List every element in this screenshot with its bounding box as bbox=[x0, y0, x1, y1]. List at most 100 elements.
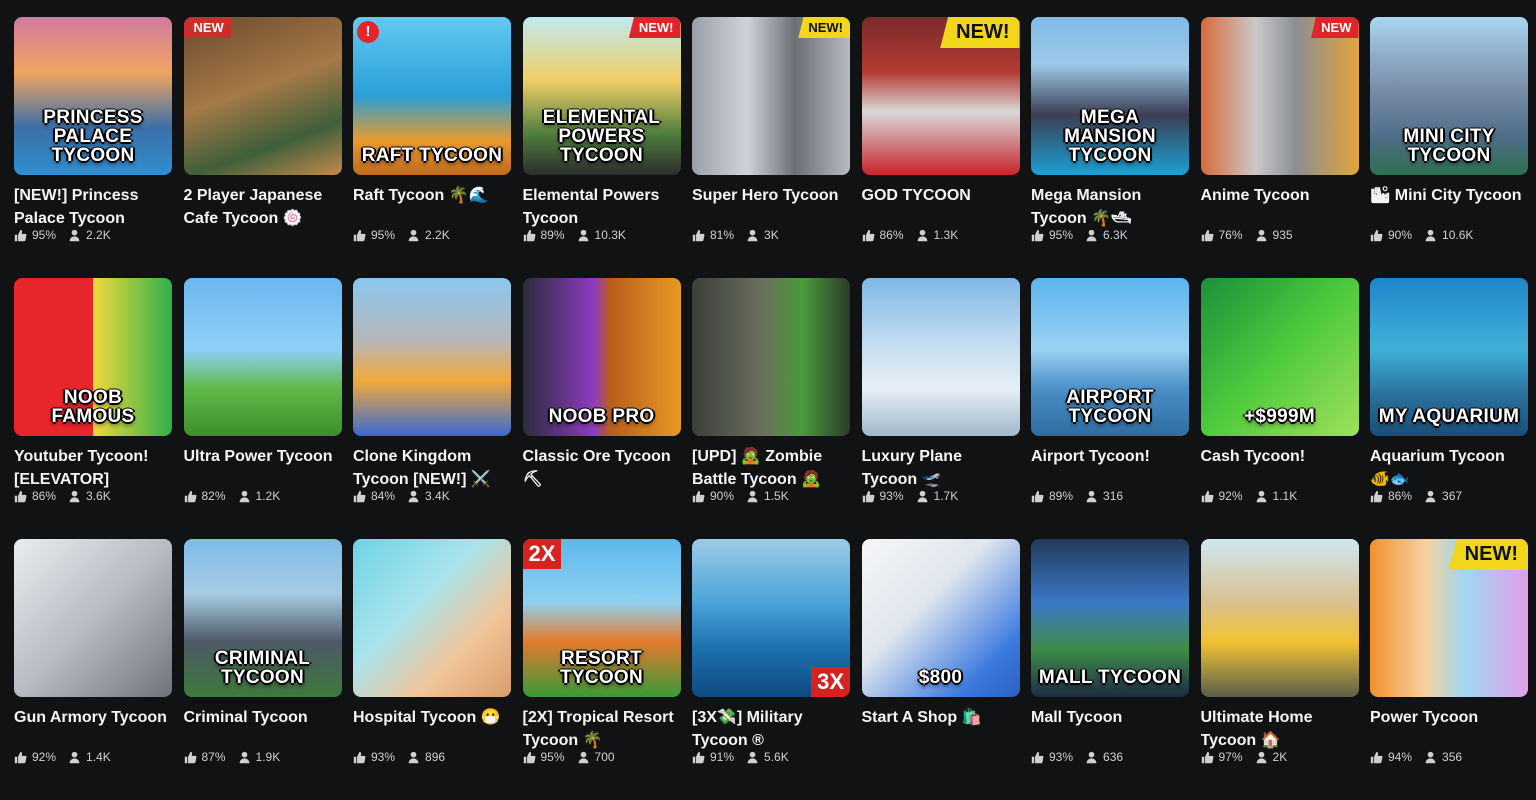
game-title[interactable]: [3X💸] Military Tycoon ® bbox=[692, 706, 850, 752]
game-thumbnail[interactable]: NEW! bbox=[1370, 539, 1528, 697]
game-card[interactable]: RESORT TYCOON 2X [2X] Tropical Resort Tyco… bbox=[522, 539, 681, 800]
game-thumbnail[interactable]: RAFT TYCOON! bbox=[353, 17, 511, 175]
game-thumbnail[interactable] bbox=[353, 539, 511, 697]
rating-stat: 95% bbox=[353, 228, 395, 242]
rating-stat: 94% bbox=[1370, 750, 1412, 764]
players-value: 367 bbox=[1442, 489, 1463, 503]
game-title[interactable]: Criminal Tycoon bbox=[184, 706, 342, 729]
game-title[interactable]: Youtuber Tycoon! [ELEVATOR] bbox=[14, 445, 172, 491]
game-card[interactable]: Gun Armory Tycoon 92% 1.4K bbox=[14, 539, 172, 800]
game-thumbnail[interactable]: MALL TYCOON bbox=[1031, 539, 1189, 697]
game-card[interactable]: Hospital Tycoon 😷 93% 896 bbox=[353, 539, 511, 800]
game-card[interactable]: RAFT TYCOON! Raft Tycoon 🌴🌊 95% 2.2K bbox=[353, 17, 511, 278]
game-thumbnail[interactable]: NOOB FAMOUS bbox=[14, 278, 172, 436]
game-card[interactable]: Clone Kingdom Tycoon [NEW!] ⚔️ 84% 3.4K bbox=[353, 278, 511, 539]
game-title[interactable]: Ultra Power Tycoon bbox=[184, 445, 342, 468]
game-card[interactable]: NEW! GOD TYCOON 86% 1.3K bbox=[861, 17, 1020, 278]
game-title[interactable]: Mall Tycoon bbox=[1031, 706, 1189, 729]
game-thumbnail[interactable]: +$999M bbox=[1200, 278, 1359, 436]
game-thumbnail[interactable] bbox=[353, 278, 511, 436]
game-thumbnail[interactable]: NEW bbox=[1200, 17, 1359, 175]
game-card[interactable]: 3X [3X💸] Military Tycoon ® 91% 5.6K bbox=[692, 539, 850, 800]
thumbs-up-icon bbox=[1031, 490, 1044, 503]
game-thumbnail[interactable]: MY AQUARIUM bbox=[1370, 278, 1528, 436]
game-card[interactable]: $800 Start A Shop 🛍️ bbox=[861, 539, 1020, 800]
players-stat: 367 bbox=[1424, 489, 1462, 503]
game-thumbnail[interactable]: RESORT TYCOON 2X bbox=[522, 539, 681, 697]
game-card[interactable]: CRIMINAL TYCOON Criminal Tycoon 87% 1.9K bbox=[183, 539, 342, 800]
game-thumbnail[interactable]: 3X bbox=[692, 539, 850, 697]
game-thumbnail[interactable]: AIRPORT TYCOON bbox=[1031, 278, 1189, 436]
game-card[interactable]: NEW 2 Player Japanese Cafe Tycoon 🍥 bbox=[183, 17, 342, 278]
thumbs-up-icon bbox=[353, 490, 366, 503]
game-title[interactable]: Hospital Tycoon 😷 bbox=[353, 706, 511, 729]
game-title[interactable]: Aquarium Tycoon 🐠🐟 bbox=[1370, 445, 1528, 491]
players-value: 6.3K bbox=[1103, 228, 1128, 242]
thumbnail-art-text: CRIMINAL TYCOON bbox=[214, 648, 311, 688]
game-thumbnail[interactable] bbox=[692, 278, 850, 436]
game-card[interactable]: NEW! Power Tycoon 94% 356 bbox=[1370, 539, 1528, 800]
game-card[interactable]: MALL TYCOON Mall Tycoon 93% 636 bbox=[1031, 539, 1189, 800]
game-card[interactable]: Luxury Plane Tycoon 🛫 93% 1.7K bbox=[861, 278, 1020, 539]
game-thumbnail[interactable] bbox=[14, 539, 172, 697]
game-card[interactable]: [UPD] 🧟 Zombie Battle Tycoon 🧟 90% 1.5K bbox=[692, 278, 850, 539]
rating-value: 90% bbox=[1388, 228, 1413, 242]
game-card[interactable]: MEGA MANSION TYCOON Mega Mansion Tycoon 🌴… bbox=[1031, 17, 1189, 278]
game-title[interactable]: [UPD] 🧟 Zombie Battle Tycoon 🧟 bbox=[692, 445, 850, 491]
game-title[interactable]: Raft Tycoon 🌴🌊 bbox=[353, 184, 511, 207]
rating-stat: 86% bbox=[14, 489, 56, 503]
alert-badge: ! bbox=[357, 21, 379, 43]
game-card[interactable]: PRINCESS PALACE TYCOON [NEW!] Princess Pa… bbox=[14, 17, 172, 278]
person-icon bbox=[68, 229, 81, 242]
game-thumbnail[interactable]: CRIMINAL TYCOON bbox=[183, 539, 342, 697]
game-title[interactable]: Luxury Plane Tycoon 🛫 bbox=[862, 445, 1020, 491]
game-thumbnail[interactable] bbox=[861, 278, 1020, 436]
game-thumbnail[interactable]: NEW! bbox=[861, 17, 1020, 175]
game-title[interactable]: Clone Kingdom Tycoon [NEW!] ⚔️ bbox=[353, 445, 511, 491]
game-card[interactable]: AIRPORT TYCOON Airport Tycoon! 89% 316 bbox=[1031, 278, 1189, 539]
game-title[interactable]: 2 Player Japanese Cafe Tycoon 🍥 bbox=[184, 184, 342, 230]
game-title[interactable]: Ultimate Home Tycoon 🏠 bbox=[1201, 706, 1359, 752]
game-title[interactable]: Elemental Powers Tycoon bbox=[523, 184, 681, 230]
game-card[interactable]: Ultimate Home Tycoon 🏠 97% 2K bbox=[1200, 539, 1359, 800]
game-title[interactable]: 🏙 Mini City Tycoon bbox=[1370, 184, 1528, 207]
game-card[interactable]: Ultra Power Tycoon 82% 1.2K bbox=[183, 278, 342, 539]
game-card[interactable]: +$999M Cash Tycoon! 92% 1.1K bbox=[1200, 278, 1359, 539]
thumbs-up-icon bbox=[523, 751, 536, 764]
game-title[interactable]: Super Hero Tycoon bbox=[692, 184, 850, 207]
game-thumbnail[interactable]: PRINCESS PALACE TYCOON bbox=[14, 17, 172, 175]
game-thumbnail[interactable]: NEW! bbox=[692, 17, 850, 175]
game-thumbnail[interactable]: NEW bbox=[183, 17, 342, 175]
game-card[interactable]: MY AQUARIUM Aquarium Tycoon 🐠🐟 86% 367 bbox=[1370, 278, 1528, 539]
rating-value: 82% bbox=[201, 489, 226, 503]
game-title[interactable]: [2X] Tropical Resort Tycoon 🌴 bbox=[523, 706, 681, 752]
game-card[interactable]: NEW! Super Hero Tycoon 81% 3K bbox=[692, 17, 850, 278]
game-title[interactable]: Airport Tycoon! bbox=[1031, 445, 1189, 468]
game-card[interactable]: NOOB PRO Classic Ore Tycoon ⛏ bbox=[522, 278, 681, 539]
game-thumbnail[interactable]: MEGA MANSION TYCOON bbox=[1031, 17, 1189, 175]
game-card[interactable]: NEW Anime Tycoon 76% 935 bbox=[1200, 17, 1359, 278]
game-title[interactable]: [NEW!] Princess Palace Tycoon bbox=[14, 184, 172, 230]
game-card[interactable]: NOOB FAMOUS Youtuber Tycoon! [ELEVATOR] 86… bbox=[14, 278, 172, 539]
rating-value: 89% bbox=[1049, 489, 1074, 503]
players-value: 3.4K bbox=[425, 489, 450, 503]
game-title[interactable]: Cash Tycoon! bbox=[1201, 445, 1359, 468]
game-title[interactable]: Classic Ore Tycoon ⛏ bbox=[523, 445, 681, 491]
game-thumbnail[interactable]: $800 bbox=[861, 539, 1020, 697]
thumbs-up-icon bbox=[14, 751, 27, 764]
game-thumbnail[interactable]: MINI CITY TYCOON bbox=[1370, 17, 1528, 175]
game-card[interactable]: MINI CITY TYCOON 🏙 Mini City Tycoon 90% 10.… bbox=[1370, 17, 1528, 278]
game-title[interactable]: Mega Mansion Tycoon 🌴🛥 bbox=[1031, 184, 1189, 230]
game-thumbnail[interactable] bbox=[1200, 539, 1359, 697]
game-thumbnail[interactable]: NOOB PRO bbox=[522, 278, 681, 436]
game-title[interactable]: Gun Armory Tycoon bbox=[14, 706, 172, 729]
game-title[interactable]: Anime Tycoon bbox=[1201, 184, 1359, 207]
game-card[interactable]: ELEMENTAL POWERS TYCOON NEW! Elemental Pow… bbox=[522, 17, 681, 278]
game-thumbnail[interactable] bbox=[183, 278, 342, 436]
game-title[interactable]: Power Tycoon bbox=[1370, 706, 1528, 729]
game-stats: 84% 3.4K bbox=[353, 489, 462, 503]
game-title[interactable]: GOD TYCOON bbox=[862, 184, 1020, 207]
game-thumbnail[interactable]: ELEMENTAL POWERS TYCOON NEW! bbox=[522, 17, 681, 175]
rating-stat: 97% bbox=[1201, 750, 1243, 764]
game-title[interactable]: Start A Shop 🛍️ bbox=[862, 706, 1020, 729]
